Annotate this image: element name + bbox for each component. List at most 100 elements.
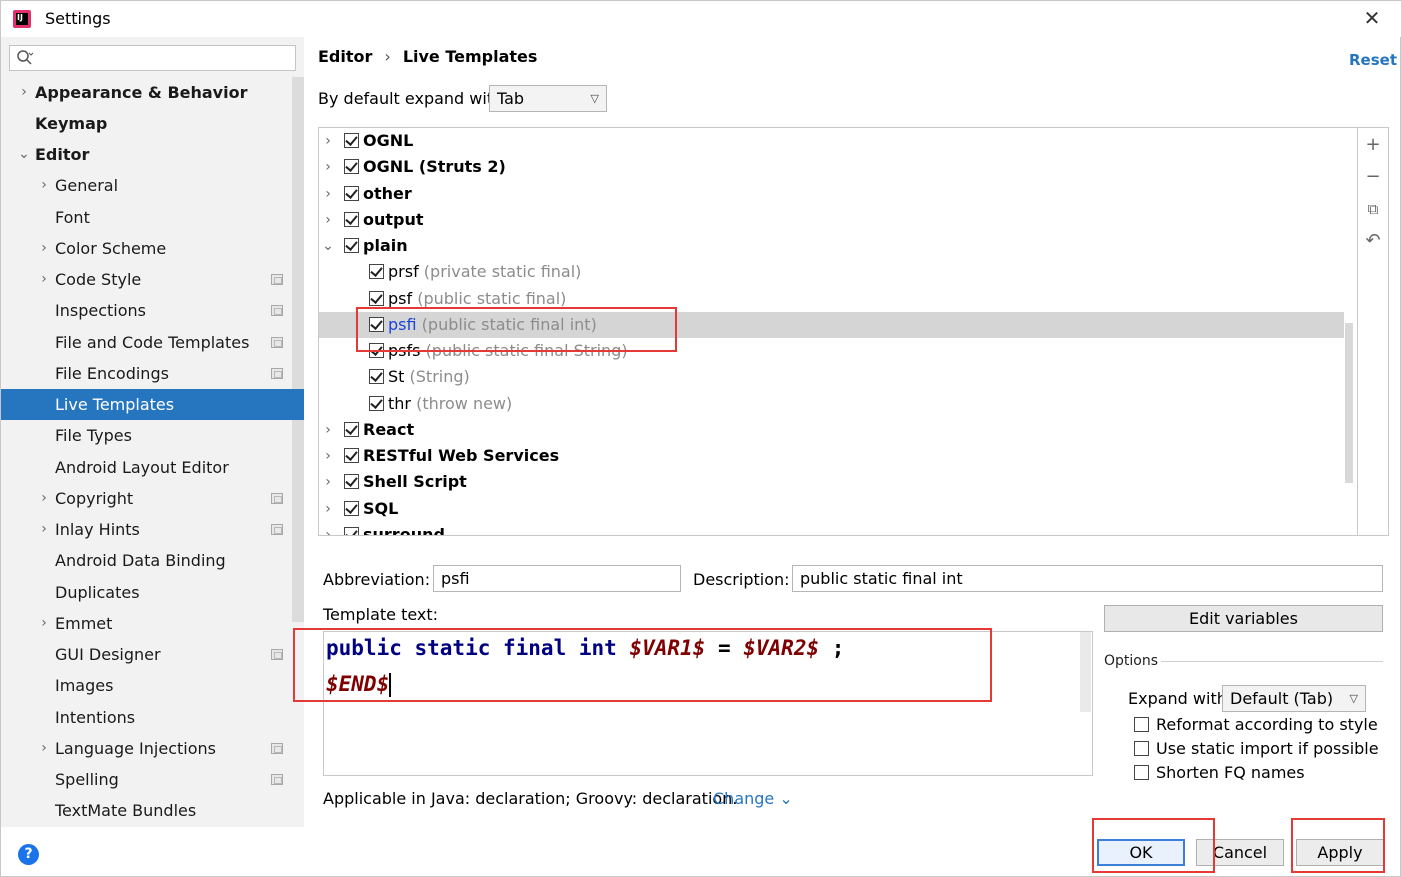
chevron-right-icon[interactable]: ›: [321, 496, 335, 522]
sidebar-item[interactable]: › Emmet: [1, 608, 304, 639]
template-checkbox[interactable]: [369, 264, 384, 279]
reset-link[interactable]: Reset: [1349, 51, 1397, 69]
chevron-right-icon[interactable]: ›: [321, 207, 335, 233]
sidebar-item[interactable]: File Types: [1, 420, 304, 451]
template-name: surround: [363, 522, 445, 535]
sidebar-item[interactable]: ⌄ Editor: [1, 139, 304, 170]
add-icon[interactable]: +: [1362, 134, 1384, 156]
sidebar-item[interactable]: Font: [1, 202, 304, 233]
template-checkbox[interactable]: [344, 501, 359, 516]
template-checkbox[interactable]: [344, 186, 359, 201]
remove-icon[interactable]: −: [1362, 166, 1384, 188]
template-checkbox[interactable]: [369, 396, 384, 411]
template-abbreviation: Shell Script: [363, 472, 467, 491]
sidebar-item[interactable]: Spelling: [1, 764, 304, 795]
chevron-right-icon[interactable]: ›: [37, 514, 51, 545]
template-checkbox[interactable]: [369, 291, 384, 306]
project-settings-icon: [271, 774, 283, 785]
sidebar-item[interactable]: File and Code Templates: [1, 327, 304, 358]
template-group-row[interactable]: › Shell Script: [319, 469, 1344, 495]
chevron-down-icon[interactable]: ⌄: [17, 139, 31, 170]
template-checkbox[interactable]: [344, 527, 359, 535]
sidebar-item-label: Android Data Binding: [55, 551, 226, 570]
sidebar-item[interactable]: Android Data Binding: [1, 545, 304, 576]
sidebar-item[interactable]: File Encodings: [1, 358, 304, 389]
sidebar-item[interactable]: Android Layout Editor: [1, 452, 304, 483]
template-group-row[interactable]: › SQL: [319, 496, 1344, 522]
abbreviation-field[interactable]: psfi: [433, 565, 681, 592]
sidebar-item-label: General: [55, 176, 119, 195]
template-group-row[interactable]: › output: [319, 207, 1344, 233]
template-checkbox[interactable]: [344, 474, 359, 489]
sidebar-item[interactable]: GUI Designer: [1, 639, 304, 670]
sidebar-item[interactable]: Keymap: [1, 108, 304, 139]
change-context-link[interactable]: Change ⌄: [713, 789, 793, 808]
chevron-right-icon[interactable]: ›: [37, 733, 51, 764]
shorten-fq-checkbox[interactable]: [1134, 765, 1149, 780]
sidebar-item[interactable]: Images: [1, 670, 304, 701]
editor-scrollbar[interactable]: [1080, 632, 1091, 712]
sidebar-item[interactable]: TextMate Bundles: [1, 795, 304, 826]
template-checkbox[interactable]: [344, 159, 359, 174]
template-checkbox[interactable]: [344, 422, 359, 437]
restore-icon[interactable]: ↶: [1362, 230, 1384, 252]
chevron-right-icon[interactable]: ›: [37, 264, 51, 295]
chevron-right-icon[interactable]: ›: [17, 77, 31, 108]
template-group-row[interactable]: ⌄ plain: [319, 233, 1344, 259]
sidebar-item[interactable]: Intentions: [1, 702, 304, 733]
chevron-right-icon[interactable]: ›: [321, 417, 335, 443]
template-checkbox[interactable]: [344, 448, 359, 463]
template-group-row[interactable]: › other: [319, 181, 1344, 207]
chevron-right-icon[interactable]: ›: [321, 522, 335, 535]
close-icon[interactable]: ✕: [1361, 7, 1383, 29]
sidebar-item[interactable]: Live Templates: [1, 389, 304, 420]
chevron-down-icon: ▽: [590, 92, 599, 105]
chevron-right-icon[interactable]: ›: [321, 181, 335, 207]
sidebar-item[interactable]: › Appearance & Behavior: [1, 77, 304, 108]
sidebar-item[interactable]: › Inlay Hints: [1, 514, 304, 545]
sidebar-item[interactable]: Inspections: [1, 295, 304, 326]
sidebar-item[interactable]: › Code Style: [1, 264, 304, 295]
sidebar-item[interactable]: › Language Injections: [1, 733, 304, 764]
template-group-row[interactable]: › surround: [319, 522, 1344, 535]
chevron-right-icon[interactable]: ›: [321, 154, 335, 180]
sidebar-item[interactable]: › Copyright: [1, 483, 304, 514]
template-checkbox[interactable]: [344, 238, 359, 253]
default-expand-select[interactable]: Tab ▽: [489, 85, 607, 112]
template-checkbox[interactable]: [344, 212, 359, 227]
sidebar-item-label: GUI Designer: [55, 645, 161, 664]
sidebar-item[interactable]: › General: [1, 170, 304, 201]
chevron-right-icon[interactable]: ›: [37, 608, 51, 639]
template-group-row[interactable]: › OGNL (Struts 2): [319, 154, 1344, 180]
template-checkbox[interactable]: [344, 133, 359, 148]
edit-variables-button[interactable]: Edit variables: [1104, 605, 1383, 632]
static-import-checkbox[interactable]: [1134, 741, 1149, 756]
copy-icon[interactable]: ⧉: [1362, 198, 1384, 220]
chevron-right-icon[interactable]: ›: [37, 483, 51, 514]
template-item-row[interactable]: thr (throw new): [319, 391, 1344, 417]
chevron-right-icon[interactable]: ›: [321, 469, 335, 495]
chevron-down-icon[interactable]: ⌄: [321, 233, 335, 259]
template-checkbox[interactable]: [369, 369, 384, 384]
settings-search-input[interactable]: [9, 45, 296, 71]
chevron-right-icon[interactable]: ›: [321, 443, 335, 469]
description-field[interactable]: public static final int: [792, 565, 1383, 592]
template-group-row[interactable]: › OGNL: [319, 128, 1344, 154]
chevron-right-icon[interactable]: ›: [37, 170, 51, 201]
options-divider: [1161, 661, 1383, 662]
sidebar-item[interactable]: Duplicates: [1, 577, 304, 608]
sidebar-item[interactable]: › Color Scheme: [1, 233, 304, 264]
breadcrumb-parent[interactable]: Editor: [318, 47, 372, 66]
default-expand-label: By default expand with: [318, 89, 504, 108]
tree-scrollbar[interactable]: [1345, 323, 1353, 483]
expand-with-select[interactable]: Default (Tab) ▽: [1222, 685, 1366, 712]
template-group-row[interactable]: › React: [319, 417, 1344, 443]
help-icon[interactable]: ?: [18, 844, 39, 865]
template-abbreviation: React: [363, 420, 415, 439]
template-group-row[interactable]: › RESTful Web Services: [319, 443, 1344, 469]
template-item-row[interactable]: St (String): [319, 364, 1344, 390]
template-item-row[interactable]: prsf (private static final): [319, 259, 1344, 285]
chevron-right-icon[interactable]: ›: [321, 128, 335, 154]
reformat-checkbox[interactable]: [1134, 717, 1149, 732]
chevron-right-icon[interactable]: ›: [37, 233, 51, 264]
